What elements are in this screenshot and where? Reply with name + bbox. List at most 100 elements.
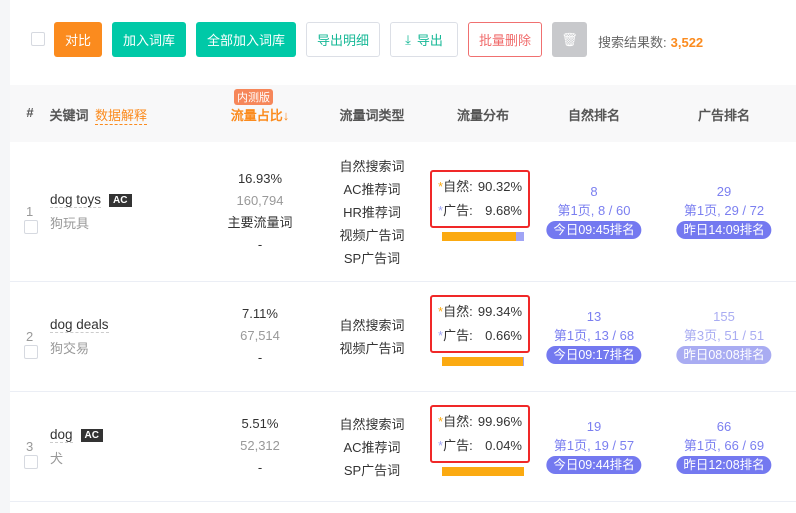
share-extra: -: [257, 460, 263, 475]
ad-rank-value: 29: [716, 184, 732, 199]
main-traffic-label: 主要流量词: [227, 215, 293, 230]
organic-rank: 13 第1页, 13 / 68 今日09:17排名: [546, 307, 642, 364]
trash-icon: 🗑: [561, 31, 578, 47]
organic-rank-page: 第1页, 13 / 68: [553, 328, 635, 343]
traffic-type: HR推荐词: [343, 204, 401, 220]
distribution-bar: [442, 232, 524, 241]
batch-delete-button[interactable]: 批量删除: [468, 22, 542, 57]
col-traffic-share-sort[interactable]: 流量占比↓: [231, 105, 290, 124]
keyword-text[interactable]: dog deals: [50, 317, 109, 333]
organic-pct: 99.34%: [477, 304, 522, 319]
organic-rank: 8 第1页, 8 / 60 今日09:45排名: [546, 182, 642, 239]
ad-rank-page: 第1页, 66 / 69: [683, 438, 765, 453]
keyword: dog toys AC: [50, 192, 132, 208]
row-checkbox[interactable]: [24, 345, 38, 359]
distribution-bar: [442, 357, 524, 366]
col-keyword: 关键词: [49, 108, 89, 123]
result-count-value: 3,522: [670, 35, 704, 50]
share-pct: 16.93%: [237, 171, 283, 186]
organic-label: 自然:: [443, 304, 473, 319]
share-pct: 7.11%: [242, 306, 278, 321]
ad-rank-time: 昨日08:08排名: [676, 346, 772, 364]
traffic-type: 视频广告词: [339, 227, 405, 243]
traffic-type: SP广告词: [343, 462, 401, 478]
ad-rank-page: 第1页, 29 / 72: [683, 203, 765, 218]
keyword-panel: 对比 加入词库 全部加入词库 导出明细 ⤓ 导出 批量删除 🗑 搜索结果数: 3,5…: [10, 0, 796, 513]
share-pct: 5.51%: [241, 416, 279, 431]
row-checkbox[interactable]: [24, 220, 38, 234]
traffic-distribution: *自然: 90.32% *广告: 9.68%: [430, 170, 530, 228]
organic-pct: 90.32%: [477, 179, 522, 194]
keyword-text[interactable]: dog toys: [50, 192, 102, 208]
col-traffic-type: 流量词类型: [339, 108, 405, 123]
organic-bar: [442, 232, 517, 241]
organic-pct: 99.96%: [477, 414, 522, 429]
traffic-distribution: *自然: 99.34% *广告: 0.66%: [430, 295, 530, 353]
ac-badge: AC: [109, 194, 132, 207]
share-extra: -: [257, 350, 263, 365]
ad-label: 广告:: [443, 438, 473, 453]
traffic-type: 自然搜索词: [339, 318, 405, 333]
ad-rank-value: 155: [713, 309, 735, 324]
distribution-bar: [442, 467, 524, 476]
ad-pct: 0.04%: [485, 438, 522, 453]
organic-rank-value: 8: [590, 184, 598, 199]
ad-pct: 0.66%: [485, 328, 522, 343]
organic-label: 自然:: [443, 179, 473, 194]
ad-rank-value: 66: [716, 419, 732, 434]
traffic-types: 自然搜索词 AC推荐词 HR推荐词 视频广告词 SP广告词: [339, 155, 404, 270]
traffic-type: AC推荐词: [343, 439, 401, 455]
organic-bar: [442, 357, 524, 366]
result-count: 搜索结果数: 3,522: [598, 32, 703, 51]
beta-badge: 内测版: [234, 89, 273, 105]
organic-rank-value: 13: [586, 309, 602, 324]
table-row: 3 dog AC 犬 5.51% 52,312 - 自然搜索词 AC推荐词 SP广告词…: [10, 392, 796, 502]
ad-bar: [523, 357, 524, 366]
export-button[interactable]: ⤓ 导出: [390, 22, 458, 57]
ad-label: 广告:: [443, 328, 473, 343]
row-index: 3: [26, 439, 34, 454]
row-checkbox[interactable]: [24, 455, 38, 469]
ad-bar: [516, 232, 524, 241]
table-row: 2 dog deals 狗交易 7.11% 67,514 - 自然搜索词 视频广告…: [10, 282, 796, 392]
keyword: dog AC: [50, 427, 103, 443]
organic-rank-time: 今日09:17排名: [546, 346, 642, 364]
traffic-share: 16.93% 160,794 主要流量词 -: [227, 168, 292, 256]
data-explain-link[interactable]: 数据解释: [94, 105, 148, 125]
traffic-types: 自然搜索词视频广告词: [339, 314, 404, 360]
traffic-share: 5.51% 52,312 -: [240, 413, 280, 479]
organic-rank-time: 今日09:45排名: [546, 221, 642, 239]
organic-rank-page: 第1页, 19 / 57: [553, 438, 635, 453]
col-traffic-dist: 流量分布: [456, 108, 510, 123]
search-volume: 160,794: [236, 193, 284, 208]
ad-rank-time: 昨日12:08排名: [676, 456, 772, 474]
add-all-to-library-button[interactable]: 全部加入词库: [196, 22, 296, 57]
result-count-label: 搜索结果数:: [598, 35, 667, 50]
export-label: 导出: [416, 33, 443, 48]
ad-rank-page: 第3页, 51 / 51: [683, 328, 765, 343]
ad-pct: 9.68%: [485, 203, 522, 218]
search-volume: 52,312: [240, 438, 280, 453]
organic-rank-page: 第1页, 8 / 60: [557, 203, 631, 218]
traffic-types: 自然搜索词 AC推荐词 SP广告词: [339, 413, 404, 482]
row-index: 1: [26, 204, 34, 219]
add-to-library-button[interactable]: 加入词库: [112, 22, 186, 57]
keyword-text[interactable]: dog: [50, 427, 73, 443]
select-all-checkbox[interactable]: [31, 32, 45, 46]
keyword-translation: 狗交易: [50, 341, 90, 356]
keyword-translation: 犬: [50, 451, 64, 466]
traffic-type: 视频广告词: [339, 341, 405, 356]
col-organic-rank: 自然排名: [567, 108, 621, 123]
organic-label: 自然:: [443, 414, 473, 429]
ad-label: 广告:: [443, 203, 473, 218]
keyword: dog deals: [50, 317, 109, 333]
row-index: 2: [26, 329, 34, 344]
export-detail-button[interactable]: 导出明细: [306, 22, 380, 57]
keyword-translation: 狗玩具: [50, 216, 90, 231]
trash-button[interactable]: 🗑: [552, 22, 587, 57]
organic-rank: 19 第1页, 19 / 57 今日09:44排名: [546, 417, 642, 474]
ad-rank: 29 第1页, 29 / 72 昨日14:09排名: [676, 182, 772, 239]
compare-button[interactable]: 对比: [54, 22, 102, 57]
ad-rank-time: 昨日14:09排名: [676, 221, 772, 239]
col-ad-rank: 广告排名: [697, 108, 751, 123]
